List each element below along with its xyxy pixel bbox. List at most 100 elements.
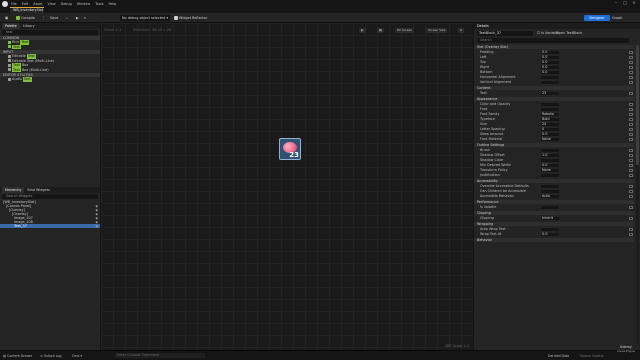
menu-file[interactable]: File (11, 2, 17, 6)
property-reset-checkbox[interactable] (629, 70, 633, 74)
content-drawer-button[interactable]: ▤ Content Drawer (3, 353, 32, 359)
visibility-eye-icon[interactable]: ◉ (95, 224, 98, 228)
menu-edit[interactable]: Edit (22, 2, 29, 6)
property-reset-checkbox[interactable] (629, 137, 633, 141)
browse-icon[interactable]: ⌕ (64, 15, 70, 21)
property-value-field[interactable]: Bold (541, 117, 559, 121)
property-reset-checkbox[interactable] (629, 227, 633, 231)
property-reset-checkbox[interactable] (629, 75, 633, 79)
widget-name-input[interactable]: TextBlock_37 (477, 31, 533, 36)
property-reset-checkbox[interactable] (629, 127, 633, 131)
property-reset-checkbox[interactable] (629, 80, 633, 84)
inventory-slot-widget[interactable]: 23 (279, 138, 301, 160)
open-textblock-button[interactable]: Open TextBlock (556, 31, 582, 36)
hierarchy-search-input[interactable]: Search Widgets (2, 194, 98, 199)
property-value-field[interactable]: 24 (541, 122, 559, 126)
grid-snap-button[interactable]: ▦ (377, 28, 384, 33)
cmd-dropdown[interactable]: Cmd ▾ (72, 353, 82, 359)
screen-size-dropdown[interactable]: Screen Size (426, 28, 448, 33)
details-section-header[interactable]: Appearance (474, 97, 634, 101)
property-value-field[interactable]: Inherit (541, 216, 559, 220)
property-value-field[interactable] (541, 80, 559, 84)
property-reset-checkbox[interactable] (629, 107, 633, 111)
output-log-button[interactable]: ≡ Output Log (40, 353, 61, 359)
property-value-field[interactable]: None (541, 168, 559, 172)
property-value-field[interactable]: 0.0 (541, 55, 559, 59)
property-reset-checkbox[interactable] (629, 158, 633, 162)
palette-item-text-box-multiline[interactable]: Text Box (Multi-Line) (0, 67, 100, 72)
property-reset-checkbox[interactable] (629, 194, 633, 198)
menu-window[interactable]: Window (77, 2, 90, 6)
menu-help[interactable]: Help (108, 2, 116, 6)
details-section-header[interactable]: Slot (Overlay Slot) (474, 45, 634, 49)
details-section-header[interactable]: Outline Settings (474, 143, 634, 147)
debug-object-dropdown[interactable]: No debug object selected ▾ (120, 15, 171, 21)
property-value-field[interactable]: 23 (541, 91, 559, 95)
property-reset-checkbox[interactable] (629, 50, 633, 54)
property-reset-checkbox[interactable] (629, 65, 633, 69)
palette-item-audio-text[interactable]: Audio Text (0, 77, 100, 82)
property-value-field[interactable]: 0.0 (541, 60, 559, 64)
details-section-header[interactable]: Wrapping (474, 222, 634, 226)
designer-button[interactable]: Designer (584, 15, 610, 21)
property-value-field[interactable]: Roboto (541, 112, 559, 116)
scrollbar-thumb[interactable] (636, 45, 639, 165)
details-section-header[interactable]: Clipping (474, 211, 634, 215)
details-scrollbar[interactable] (636, 45, 639, 345)
property-reset-checkbox[interactable] (629, 163, 633, 167)
property-value-field[interactable]: 0.0 (541, 65, 559, 69)
property-reset-checkbox[interactable] (629, 60, 633, 64)
maximize-icon[interactable]: □ (621, 0, 629, 6)
widget-reflector-button[interactable]: Widget Reflector (172, 15, 209, 21)
designer-viewport[interactable]: Zoom 1:1 Selection: 36.25 x 26 ◐ ▦ Fill … (101, 23, 473, 350)
property-value-field[interactable]: 0.0 (541, 132, 559, 136)
slot-count-text[interactable]: 23 (289, 151, 299, 159)
view-mode-button[interactable]: ◐ (359, 28, 366, 33)
property-value-field[interactable] (541, 189, 559, 193)
derived-data-button[interactable]: Derived Data (548, 353, 569, 359)
pause-icon[interactable]: ⏸ (82, 15, 88, 21)
property-reset-checkbox[interactable] (629, 91, 633, 95)
palette-item-text[interactable]: Text (0, 44, 100, 49)
property-value-field[interactable] (541, 227, 559, 231)
property-value-field[interactable] (541, 148, 559, 152)
diff-icon[interactable]: ⋮ (40, 15, 47, 21)
property-value-field[interactable] (541, 158, 559, 162)
menu-view[interactable]: View (48, 2, 56, 6)
property-value-field[interactable]: None (541, 137, 559, 141)
property-value-field[interactable] (541, 205, 559, 209)
property-value-field[interactable] (541, 107, 559, 111)
property-value-field[interactable] (541, 184, 559, 188)
hierarchy-item-text-37[interactable]: Text_37 ◉ (0, 224, 100, 228)
close-icon[interactable]: × (630, 0, 638, 6)
property-reset-checkbox[interactable] (629, 117, 633, 121)
tab-hierarchy[interactable]: Hierarchy (2, 187, 25, 193)
play-icon[interactable]: ▶ (74, 15, 81, 21)
property-reset-checkbox[interactable] (629, 153, 633, 157)
details-section-header[interactable]: Accessibility (474, 179, 634, 183)
console-command-input[interactable]: Enter Console Command (115, 353, 205, 358)
property-reset-checkbox[interactable] (629, 102, 633, 106)
property-reset-checkbox[interactable] (629, 205, 633, 209)
tab-bind-widgets[interactable]: Bind Widgets (24, 187, 52, 193)
save-button[interactable]: Save (48, 15, 60, 21)
menu-asset[interactable]: Asset (33, 2, 42, 6)
details-section-header[interactable]: Performance (474, 200, 634, 204)
property-value-field[interactable]: 1.0 (541, 153, 559, 157)
property-reset-checkbox[interactable] (629, 184, 633, 188)
details-section-header[interactable]: Behavior (474, 238, 634, 242)
property-value-field[interactable] (541, 75, 559, 79)
compile-button[interactable]: Compile (14, 15, 37, 21)
menu-debug[interactable]: Debug (61, 2, 72, 6)
graph-button[interactable]: Graph (612, 15, 636, 21)
property-value-field[interactable]: 0.0 (541, 232, 559, 236)
property-value-field[interactable]: 0.0 (541, 50, 559, 54)
property-value-field[interactable]: 0 (541, 127, 559, 131)
property-value-field[interactable] (541, 102, 559, 106)
property-reset-checkbox[interactable] (629, 216, 633, 220)
property-reset-checkbox[interactable] (629, 168, 633, 172)
property-reset-checkbox[interactable] (629, 55, 633, 59)
tab-palette[interactable]: Palette (2, 23, 20, 29)
palette-search-input[interactable]: text (2, 30, 98, 35)
property-reset-checkbox[interactable] (629, 189, 633, 193)
